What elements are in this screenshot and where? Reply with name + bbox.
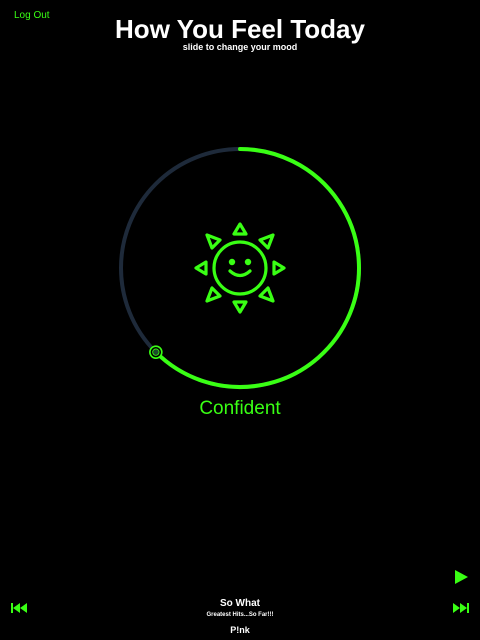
song-title: So What	[220, 598, 260, 609]
album-title: Greatest Hits...So Far!!!	[206, 612, 274, 618]
dial-progress-arc	[153, 147, 361, 389]
dial-handle[interactable]	[149, 345, 163, 359]
play-icon[interactable]	[452, 568, 470, 586]
smiling-sun-icon	[194, 222, 286, 314]
artist-name: P!nk	[230, 625, 250, 635]
mood-label: Confident	[199, 398, 281, 419]
